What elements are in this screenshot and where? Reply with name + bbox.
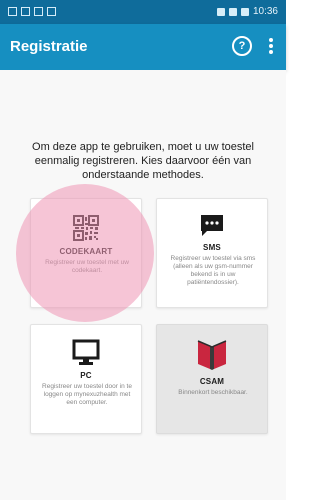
pc-card[interactable]: PC Registreer uw toestel door in te logg…	[30, 324, 142, 434]
overflow-menu-button[interactable]	[266, 36, 276, 58]
signal-icon	[228, 7, 237, 16]
notification-icon	[47, 7, 56, 16]
pc-description: Registreer uw toestel door in te loggen …	[42, 383, 132, 406]
system-status: 10:36	[216, 6, 278, 17]
sms-title: SMS	[203, 243, 221, 252]
csam-description: Binnenkort beschikbaar.	[178, 389, 248, 396]
codekaart-title: CODEKAART	[59, 247, 113, 256]
sms-card[interactable]: SMS Registreer uw toestel via sms (allee…	[156, 198, 268, 308]
main-content: Om deze app te gebruiken, moet u uw toes…	[0, 70, 286, 500]
pc-title: PC	[80, 371, 92, 380]
battery-icon	[240, 7, 249, 16]
notification-icons	[8, 7, 56, 16]
chat-bubble-icon	[201, 215, 223, 236]
app-bar: Registratie ?	[0, 24, 286, 70]
page-title: Registratie	[10, 38, 88, 55]
menu-dot-icon	[269, 38, 273, 42]
qr-code-icon	[73, 215, 99, 241]
status-bar: 10:36	[0, 0, 286, 24]
menu-dot-icon	[269, 44, 273, 48]
clock: 10:36	[252, 6, 278, 17]
csam-card[interactable]: CSAM Binnenkort beschikbaar.	[156, 324, 268, 434]
csam-icon	[197, 340, 227, 370]
wifi-icon	[216, 7, 225, 16]
notification-icon	[8, 7, 17, 16]
notification-icon	[21, 7, 30, 16]
notification-icon	[34, 7, 43, 16]
phone-screen: 10:36 Registratie ? Om deze app te gebru…	[0, 0, 286, 500]
csam-title: CSAM	[199, 377, 225, 386]
codekaart-card[interactable]: CODEKAART Registreer uw toestel met uw c…	[30, 198, 142, 308]
codekaart-description: Registreer uw toestel met uw codekaart.	[45, 259, 129, 274]
sms-description: Registreer uw toestel via sms (alleen al…	[170, 255, 256, 286]
monitor-icon	[72, 339, 100, 365]
intro-text: Om deze app te gebruiken, moet u uw toes…	[32, 141, 254, 181]
menu-dot-icon	[269, 50, 273, 54]
help-button[interactable]: ?	[232, 36, 252, 56]
